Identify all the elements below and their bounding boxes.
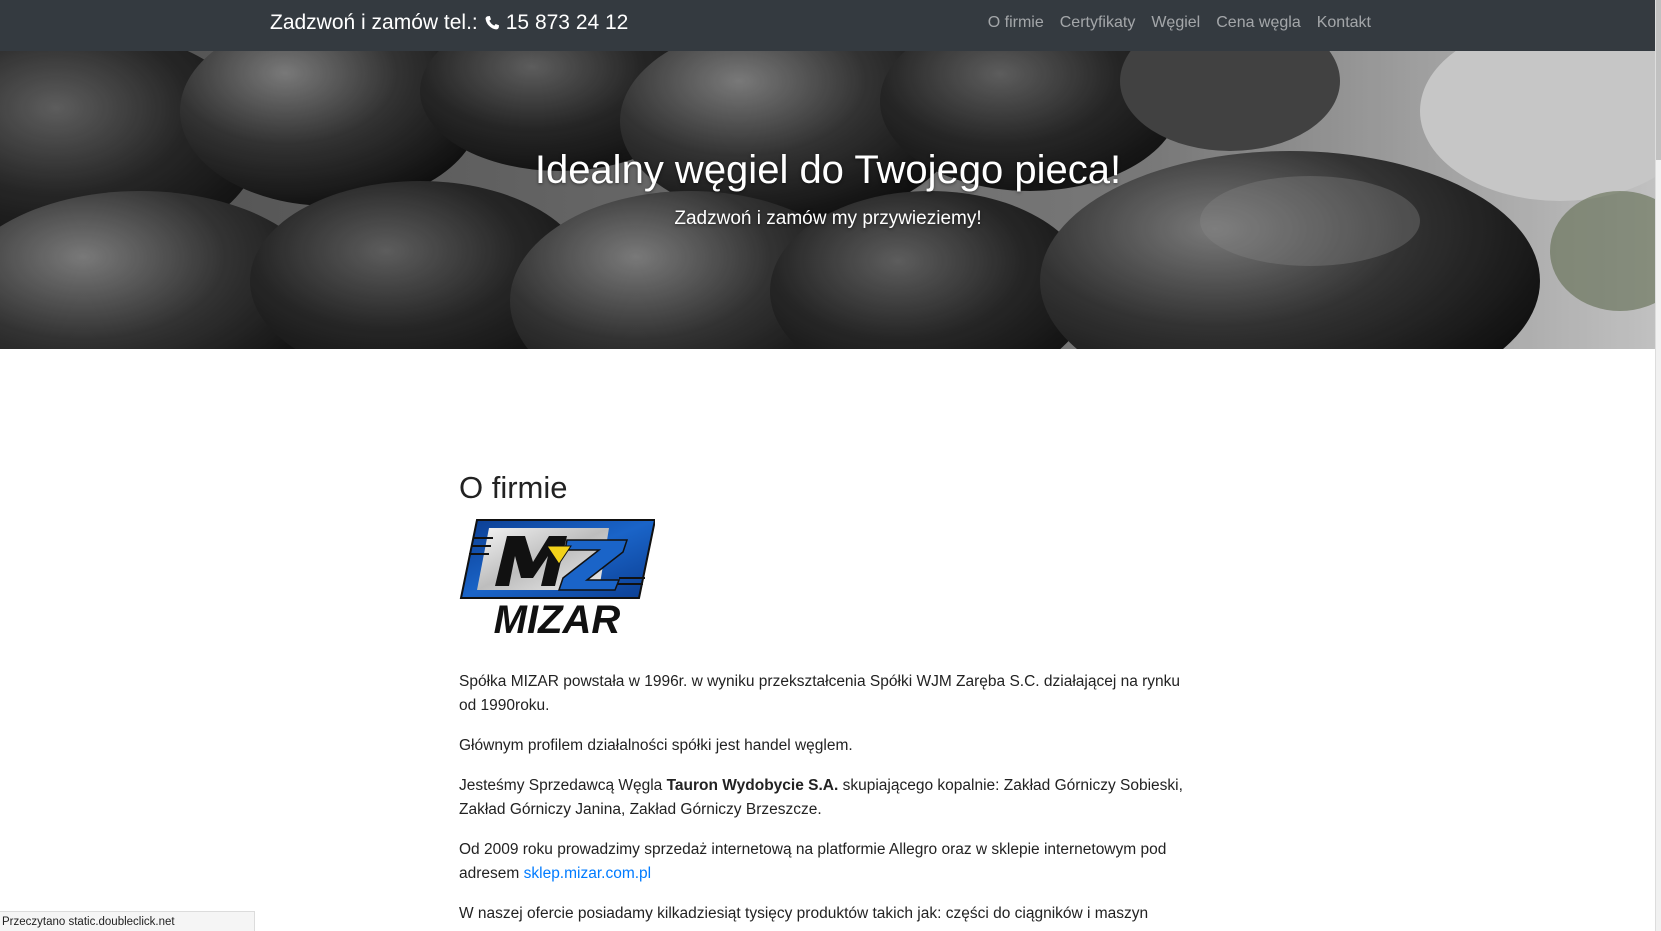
coal-background-image: [0, 51, 1656, 349]
hero-banner: Idealny węgiel do Twojego pieca! Zadzwoń…: [0, 51, 1656, 349]
phone-icon: [484, 15, 500, 31]
hero-subtitle: Zadzwoń i zamów my przywieziemy!: [674, 208, 982, 229]
browser-status-bar: Przeczytano static.doubleclick.net: [0, 911, 255, 931]
seller-text-pre: Jesteśmy Sprzedawcą Węgla: [459, 777, 667, 794]
top-navbar: Zadzwoń i zamów tel.: 15 873 24 12 O fir…: [0, 0, 1656, 51]
about-section: O firmie MIZAR Spółka MIZAR powstała w 1…: [459, 470, 1189, 931]
paragraph-history: Spółka MIZAR powstała w 1996r. w wyniku …: [459, 673, 1181, 714]
shop-link[interactable]: sklep.mizar.com.pl: [524, 865, 651, 882]
nav-link-wegiel[interactable]: Węgiel: [1151, 14, 1200, 32]
page: Zadzwoń i zamów tel.: 15 873 24 12 O fir…: [0, 0, 1661, 931]
nav-menu: O firmie Certyfikaty Węgiel Cena węgla K…: [988, 14, 1371, 32]
section-title: O firmie: [459, 470, 568, 505]
nav-link-cena-wegla[interactable]: Cena węgla: [1216, 14, 1301, 32]
seller-company: Tauron Wydobycie S.A.: [666, 777, 839, 794]
hero-title: Idealny węgiel do Twojego pieca!: [534, 148, 1122, 192]
paragraph-online-sales: Od 2009 roku prowadzimy sprzedaż interne…: [459, 838, 1189, 886]
nav-link-kontakt[interactable]: Kontakt: [1317, 14, 1371, 32]
brand-phone: 15 873 24 12: [505, 11, 629, 34]
mizar-logo: MIZAR: [459, 518, 657, 642]
paragraph-offer: W naszej ofercie posiadamy kilkadziesiąt…: [459, 905, 1149, 922]
logo-text: MIZAR: [494, 598, 621, 640]
nav-link-o-firmie[interactable]: O firmie: [988, 14, 1044, 32]
nav-link-certyfikaty[interactable]: Certyfikaty: [1060, 14, 1136, 32]
page-scrollbar[interactable]: [1655, 0, 1661, 931]
brand-text: Zadzwoń i zamów tel.:: [270, 11, 478, 34]
paragraph-seller: Jesteśmy Sprzedawcą Węgla Tauron Wydobyc…: [459, 774, 1189, 822]
scrollbar-thumb[interactable]: [1656, 0, 1661, 160]
paragraph-profile: Głównym profilem działalności spółki jes…: [459, 737, 853, 754]
navbar-brand[interactable]: Zadzwoń i zamów tel.: 15 873 24 12: [270, 11, 628, 35]
